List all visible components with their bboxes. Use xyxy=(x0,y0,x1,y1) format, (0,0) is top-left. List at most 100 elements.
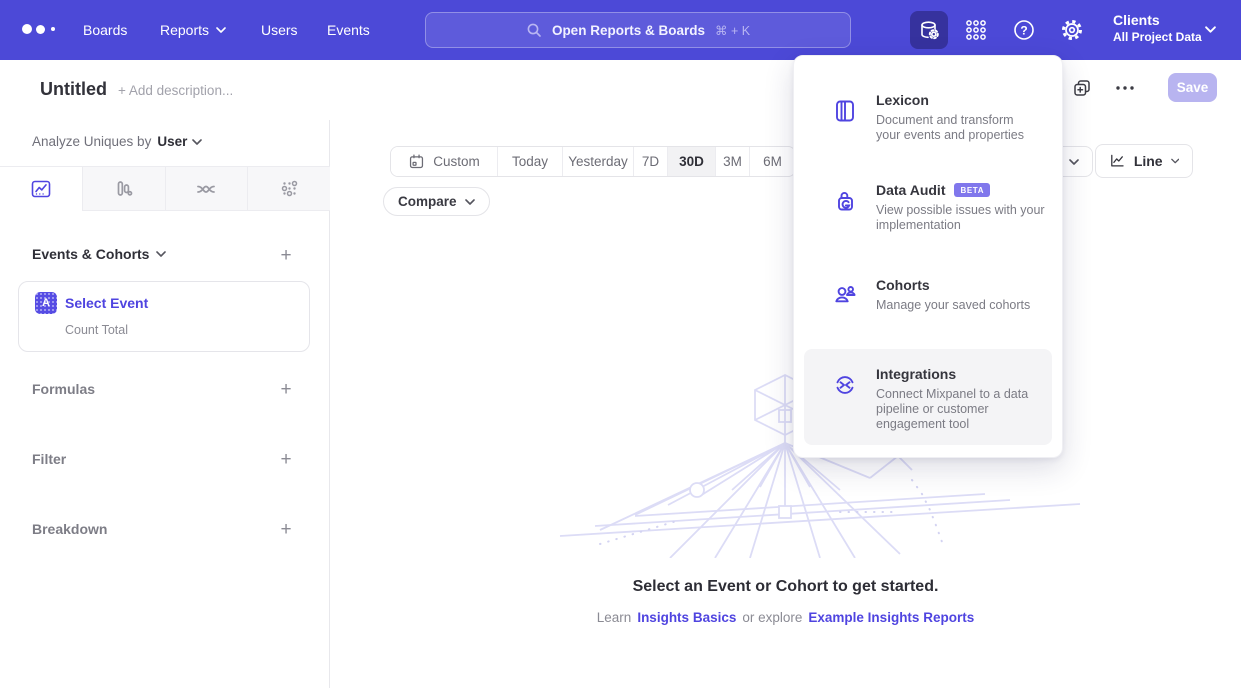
add-breakdown-button[interactable]: + xyxy=(277,520,295,538)
menu-item-description: Connect Mixpanel to a data pipeline or c… xyxy=(876,387,1048,432)
menu-item-lexicon[interactable]: Lexicon Document and transform your even… xyxy=(794,92,1062,143)
count-total-label[interactable]: Count Total xyxy=(65,323,128,337)
empty-state-middle: or explore xyxy=(742,610,802,625)
data-management-icon[interactable] xyxy=(910,11,948,49)
top-navbar: Boards Reports Users Events Open Reports… xyxy=(0,0,1241,60)
date-range-control: Custom Today Yesterday 7D 30D 3M 6M xyxy=(390,146,796,177)
apps-grid-icon[interactable] xyxy=(957,11,995,49)
add-event-button[interactable]: + xyxy=(277,246,295,264)
date-range-6m[interactable]: 6M xyxy=(749,147,795,176)
analyze-label: Analyze Uniques by xyxy=(32,134,151,149)
help-icon[interactable]: ? xyxy=(1005,11,1043,49)
nav-events[interactable]: Events xyxy=(327,0,370,60)
event-card[interactable]: A Select Event Count Total xyxy=(18,281,310,352)
tab-metrics-grid[interactable] xyxy=(247,167,330,211)
database-gear-icon xyxy=(917,18,941,42)
tab-bar-chart[interactable] xyxy=(82,167,165,211)
analyze-by-dropdown[interactable]: User xyxy=(157,134,202,149)
breakdown-label: Breakdown xyxy=(32,521,107,537)
empty-state-title: Select an Event or Cohort to get started… xyxy=(330,578,1241,596)
chevron-down-icon xyxy=(216,27,226,33)
empty-state-prefix: Learn xyxy=(597,610,632,625)
mixpanel-insights-app: Boards Reports Users Events Open Reports… xyxy=(0,0,1241,688)
menu-item-description: Document and transform your events and p… xyxy=(876,113,1038,143)
filter-label: Filter xyxy=(32,451,66,467)
chevron-down-icon[interactable] xyxy=(1205,26,1216,33)
add-filter-button[interactable]: + xyxy=(277,450,295,468)
data-audit-icon xyxy=(832,189,858,215)
menu-item-description: Manage your saved cohorts xyxy=(876,298,1076,313)
beta-badge: BETA xyxy=(954,183,990,197)
search-placeholder: Open Reports & Boards xyxy=(552,23,705,38)
nav-reports-label: Reports xyxy=(160,22,209,38)
svg-text:?: ? xyxy=(1020,23,1027,37)
duplicate-report-button[interactable] xyxy=(1072,78,1092,98)
date-range-today[interactable]: Today xyxy=(497,147,562,176)
insights-basics-link[interactable]: Insights Basics xyxy=(637,610,736,625)
tab-flow-chart[interactable] xyxy=(165,167,248,211)
settings-gear-icon[interactable] xyxy=(1053,11,1091,49)
menu-item-integrations-highlight[interactable]: Integrations Connect Mixpanel to a data … xyxy=(804,349,1052,445)
compare-dropdown[interactable]: Compare xyxy=(383,187,490,216)
date-range-7d-label: 7D xyxy=(642,154,659,169)
chevron-down-icon xyxy=(465,199,475,205)
menu-item-cohorts[interactable]: Cohorts Manage your saved cohorts xyxy=(794,277,1062,313)
data-management-menu: Lexicon Document and transform your even… xyxy=(793,55,1063,458)
chevron-down-icon xyxy=(1069,159,1079,165)
menu-item-title: Cohorts xyxy=(876,277,1046,293)
date-range-today-label: Today xyxy=(512,154,548,169)
events-cohorts-header[interactable]: Events & Cohorts xyxy=(32,246,166,262)
empty-state: Select an Event or Cohort to get started… xyxy=(330,578,1241,625)
event-letter-badge: A xyxy=(35,292,57,314)
nav-reports[interactable]: Reports xyxy=(160,0,226,60)
line-chart-icon xyxy=(1109,151,1126,171)
project-subtitle: All Project Data xyxy=(1113,29,1202,45)
ellipsis-icon xyxy=(1115,85,1135,91)
nav-users[interactable]: Users xyxy=(261,0,298,60)
tab-line-chart[interactable] xyxy=(0,167,82,211)
chart-type-dropdown[interactable]: Line xyxy=(1095,144,1193,178)
date-range-yesterday-label: Yesterday xyxy=(568,154,628,169)
save-button[interactable]: Save xyxy=(1168,73,1217,102)
menu-item-integrations[interactable]: Integrations Connect Mixpanel to a data … xyxy=(794,366,1062,432)
project-switcher[interactable]: Clients All Project Data xyxy=(1113,11,1202,45)
more-options-button[interactable] xyxy=(1115,85,1135,91)
report-canvas: Custom Today Yesterday 7D 30D 3M 6M Comp… xyxy=(330,120,1241,688)
example-reports-link[interactable]: Example Insights Reports xyxy=(808,610,974,625)
mixpanel-logo-icon[interactable] xyxy=(22,24,55,34)
project-title: Clients xyxy=(1113,11,1202,29)
chevron-down-icon xyxy=(156,251,166,257)
bar-chart-icon xyxy=(112,177,136,201)
calendar-icon xyxy=(408,153,425,170)
add-formula-button[interactable]: + xyxy=(277,380,295,398)
select-event-label[interactable]: Select Event xyxy=(65,295,148,311)
nav-boards-label: Boards xyxy=(83,22,127,38)
menu-item-title: Data Audit xyxy=(876,182,945,198)
nav-events-label: Events xyxy=(327,22,370,38)
menu-item-data-audit[interactable]: Data Audit BETA View possible issues wit… xyxy=(794,182,1062,233)
line-chart-icon xyxy=(29,177,53,201)
date-range-3m-label: 3M xyxy=(723,154,742,169)
search-shortcut: ⌘ + K xyxy=(715,23,750,38)
menu-item-description: View possible issues with your implement… xyxy=(876,203,1076,233)
compare-label: Compare xyxy=(398,194,457,209)
date-range-custom[interactable]: Custom xyxy=(391,147,497,176)
date-range-3m[interactable]: 3M xyxy=(715,147,749,176)
metrics-grid-icon xyxy=(277,177,301,201)
date-range-7d[interactable]: 7D xyxy=(633,147,667,176)
chart-type-label: Line xyxy=(1134,153,1163,169)
chart-type-tabbar xyxy=(0,166,330,211)
nav-boards[interactable]: Boards xyxy=(83,0,127,60)
query-builder-sidebar: Analyze Uniques by User xyxy=(0,120,330,688)
date-range-yesterday[interactable]: Yesterday xyxy=(562,147,633,176)
add-description-field[interactable]: + Add description... xyxy=(118,83,233,98)
gear-icon xyxy=(1060,18,1084,42)
date-range-6m-label: 6M xyxy=(763,154,782,169)
analyze-row: Analyze Uniques by User xyxy=(32,134,202,149)
date-range-30d-label: 30D xyxy=(679,154,704,169)
flow-chart-icon xyxy=(194,177,218,201)
date-range-30d-selected[interactable]: 30D xyxy=(667,147,715,176)
report-title[interactable]: Untitled xyxy=(40,79,107,100)
global-search-button[interactable]: Open Reports & Boards ⌘ + K xyxy=(425,12,851,48)
grid-dots-icon xyxy=(964,18,988,42)
